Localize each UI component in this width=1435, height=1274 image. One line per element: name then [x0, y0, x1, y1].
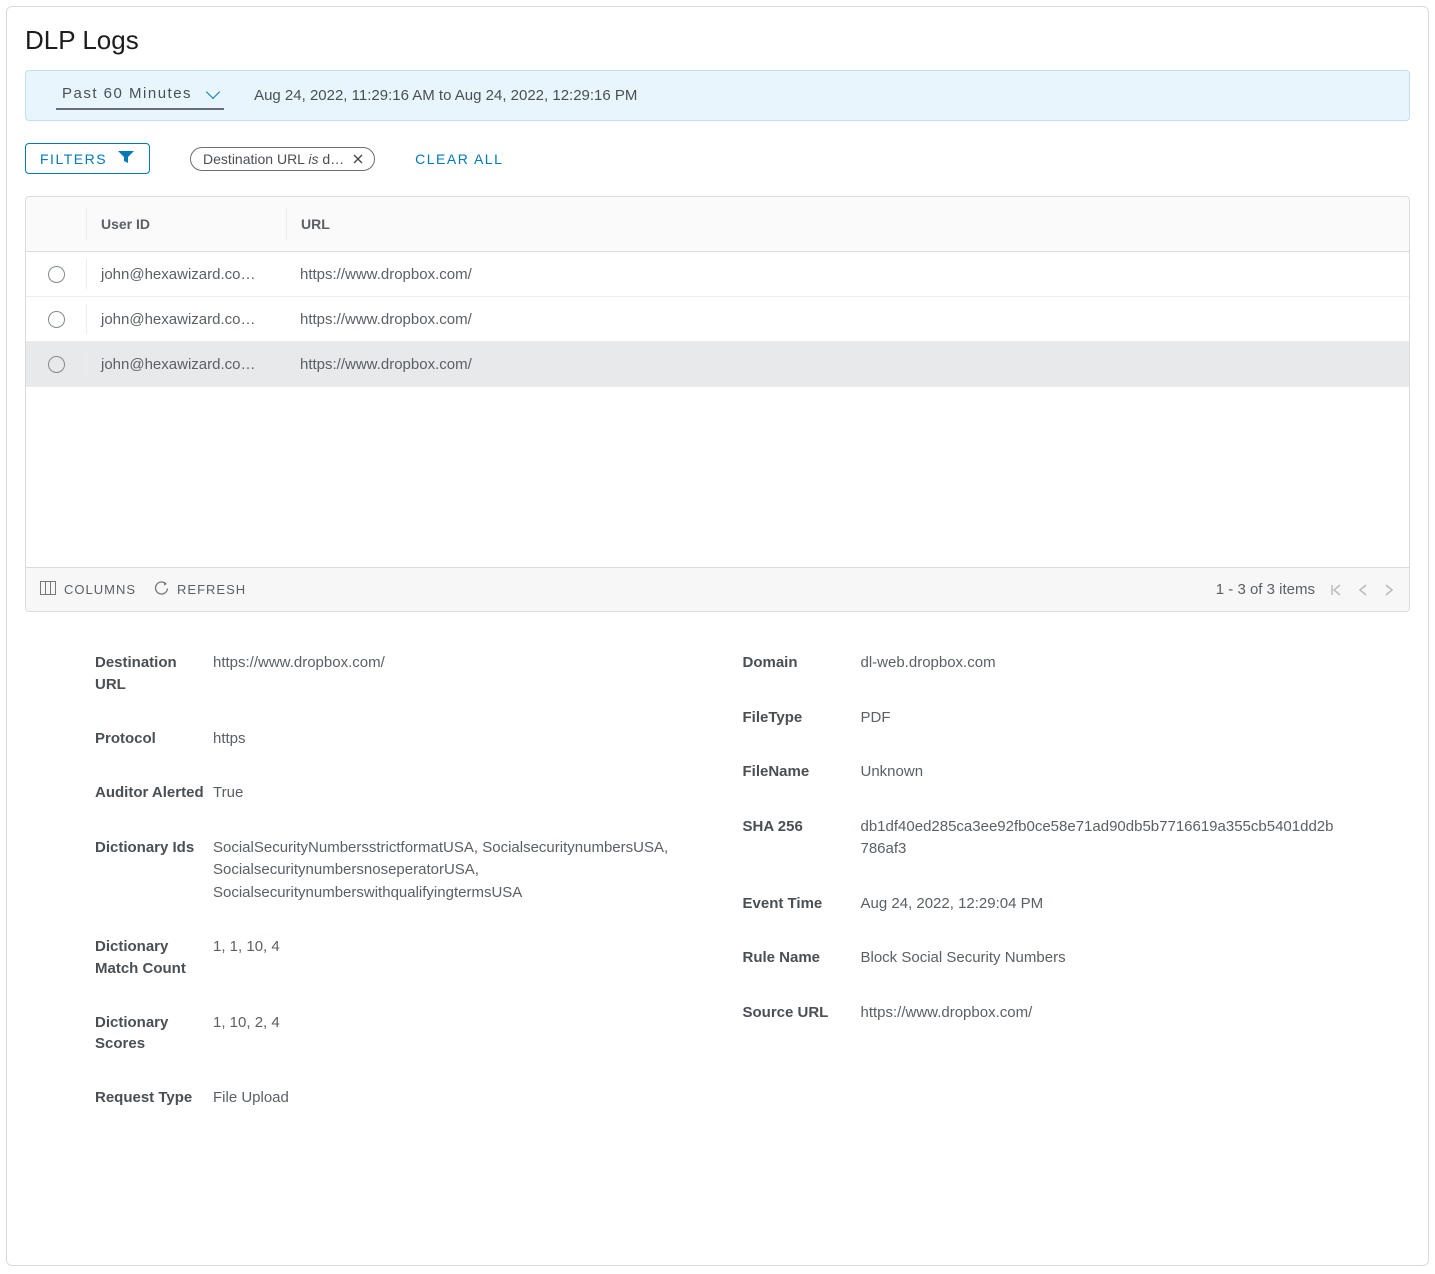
detail-label: Source URL — [743, 1002, 853, 1024]
page-prev-icon[interactable] — [1357, 583, 1369, 597]
detail-label: Dictionary Ids — [95, 837, 205, 859]
cell-userid: john@hexawizard.co… — [86, 304, 286, 334]
detail-auditor-alerted: Auditor Alerted True — [95, 782, 693, 805]
table-header-url[interactable]: URL — [286, 208, 1409, 240]
row-radio[interactable] — [48, 311, 65, 328]
cell-url: https://www.dropbox.com/ — [286, 311, 1409, 328]
table-header-row: User ID URL — [26, 197, 1409, 252]
columns-label: COLUMNS — [64, 582, 136, 597]
detail-value: True — [213, 782, 693, 805]
detail-rule-name: Rule Name Block Social Security Numbers — [743, 947, 1341, 970]
detail-dictionary-match-count: Dictionary Match Count 1, 1, 10, 4 — [95, 936, 693, 980]
detail-label: Event Time — [743, 893, 853, 915]
table-header-userid[interactable]: User ID — [86, 208, 286, 240]
table-row[interactable]: john@hexawizard.co… https://www.dropbox.… — [26, 252, 1409, 297]
filters-button-label: FILTERS — [40, 151, 107, 167]
detail-column-left: Destination URL https://www.dropbox.com/… — [95, 652, 693, 1142]
detail-sha256: SHA 256 db1df40ed285ca3ee92fb0ce58e71ad9… — [743, 816, 1341, 861]
detail-label: FileName — [743, 761, 853, 783]
clear-all-button[interactable]: CLEAR ALL — [415, 151, 503, 167]
timerange-range-text: Aug 24, 2022, 11:29:16 AM to Aug 24, 202… — [254, 87, 637, 104]
detail-label: Destination URL — [95, 652, 205, 696]
page-next-icon[interactable] — [1383, 583, 1395, 597]
cell-url: https://www.dropbox.com/ — [286, 356, 1409, 373]
detail-value: https://www.dropbox.com/ — [861, 1002, 1341, 1025]
timerange-select[interactable]: Past 60 Minutes — [56, 81, 224, 110]
table-row[interactable]: john@hexawizard.co… https://www.dropbox.… — [26, 342, 1409, 387]
detail-domain: Domain dl-web.dropbox.com — [743, 652, 1341, 675]
refresh-label: REFRESH — [177, 582, 246, 597]
chip-text: Destination URL is d… — [203, 151, 344, 167]
detail-value: Block Social Security Numbers — [861, 947, 1341, 970]
pagination: 1 - 3 of 3 items — [1216, 581, 1395, 598]
page-title: DLP Logs — [25, 25, 1410, 56]
timerange-selected-label: Past 60 Minutes — [62, 85, 192, 102]
detail-label: Request Type — [95, 1087, 205, 1109]
row-radio[interactable] — [48, 356, 65, 373]
detail-source-url: Source URL https://www.dropbox.com/ — [743, 1002, 1341, 1025]
table-footer: COLUMNS REFRESH 1 - 3 of 3 items — [26, 567, 1409, 611]
detail-request-type: Request Type File Upload — [95, 1087, 693, 1110]
filters-button[interactable]: FILTERS — [25, 143, 150, 174]
detail-column-right: Domain dl-web.dropbox.com FileType PDF F… — [743, 652, 1341, 1142]
detail-label: Rule Name — [743, 947, 853, 969]
cell-url: https://www.dropbox.com/ — [286, 266, 1409, 283]
timerange-bar: Past 60 Minutes Aug 24, 2022, 11:29:16 A… — [25, 70, 1410, 121]
detail-filename: FileName Unknown — [743, 761, 1341, 784]
table-empty-space — [26, 387, 1409, 567]
detail-protocol: Protocol https — [95, 728, 693, 751]
columns-button[interactable]: COLUMNS — [40, 581, 136, 598]
detail-panel: Destination URL https://www.dropbox.com/… — [25, 652, 1410, 1142]
detail-label: Dictionary Scores — [95, 1012, 205, 1056]
page-container: DLP Logs Past 60 Minutes Aug 24, 2022, 1… — [6, 6, 1429, 1266]
detail-filetype: FileType PDF — [743, 707, 1341, 730]
detail-dictionary-scores: Dictionary Scores 1, 10, 2, 4 — [95, 1012, 693, 1056]
detail-label: SHA 256 — [743, 816, 853, 838]
table-header-select — [26, 208, 86, 240]
detail-value: 1, 1, 10, 4 — [213, 936, 693, 959]
detail-value: https://www.dropbox.com/ — [213, 652, 693, 675]
detail-label: FileType — [743, 707, 853, 729]
detail-label: Dictionary Match Count — [95, 936, 205, 980]
columns-icon — [40, 581, 56, 598]
page-first-icon[interactable] — [1329, 583, 1343, 597]
refresh-icon — [154, 581, 169, 599]
filters-row: FILTERS Destination URL is d… CLEAR ALL — [25, 143, 1410, 174]
detail-event-time: Event Time Aug 24, 2022, 12:29:04 PM — [743, 893, 1341, 916]
detail-value: File Upload — [213, 1087, 693, 1110]
detail-value: Unknown — [861, 761, 1341, 784]
detail-dictionary-ids: Dictionary Ids SocialSecurityNumbersstri… — [95, 837, 693, 905]
filter-chip-destination-url[interactable]: Destination URL is d… — [190, 147, 375, 171]
detail-label: Auditor Alerted — [95, 782, 205, 804]
refresh-button[interactable]: REFRESH — [154, 581, 246, 599]
chevron-down-icon — [206, 84, 220, 98]
detail-value: SocialSecurityNumbersstrictformatUSA, So… — [213, 837, 693, 905]
detail-value: dl-web.dropbox.com — [861, 652, 1341, 675]
detail-label: Domain — [743, 652, 853, 674]
cell-userid: john@hexawizard.co… — [86, 349, 286, 379]
detail-value: Aug 24, 2022, 12:29:04 PM — [861, 893, 1341, 916]
funnel-icon — [117, 150, 135, 167]
detail-value: https — [213, 728, 693, 751]
page-info: 1 - 3 of 3 items — [1216, 581, 1315, 598]
log-table: User ID URL john@hexawizard.co… https://… — [25, 196, 1410, 612]
detail-value: 1, 10, 2, 4 — [213, 1012, 693, 1035]
row-radio[interactable] — [48, 266, 65, 283]
table-row[interactable]: john@hexawizard.co… https://www.dropbox.… — [26, 297, 1409, 342]
detail-value: PDF — [861, 707, 1341, 730]
detail-label: Protocol — [95, 728, 205, 750]
close-icon[interactable] — [352, 153, 364, 165]
detail-value: db1df40ed285ca3ee92fb0ce58e71ad90db5b771… — [861, 816, 1341, 861]
cell-userid: john@hexawizard.co… — [86, 259, 286, 289]
detail-destination-url: Destination URL https://www.dropbox.com/ — [95, 652, 693, 696]
